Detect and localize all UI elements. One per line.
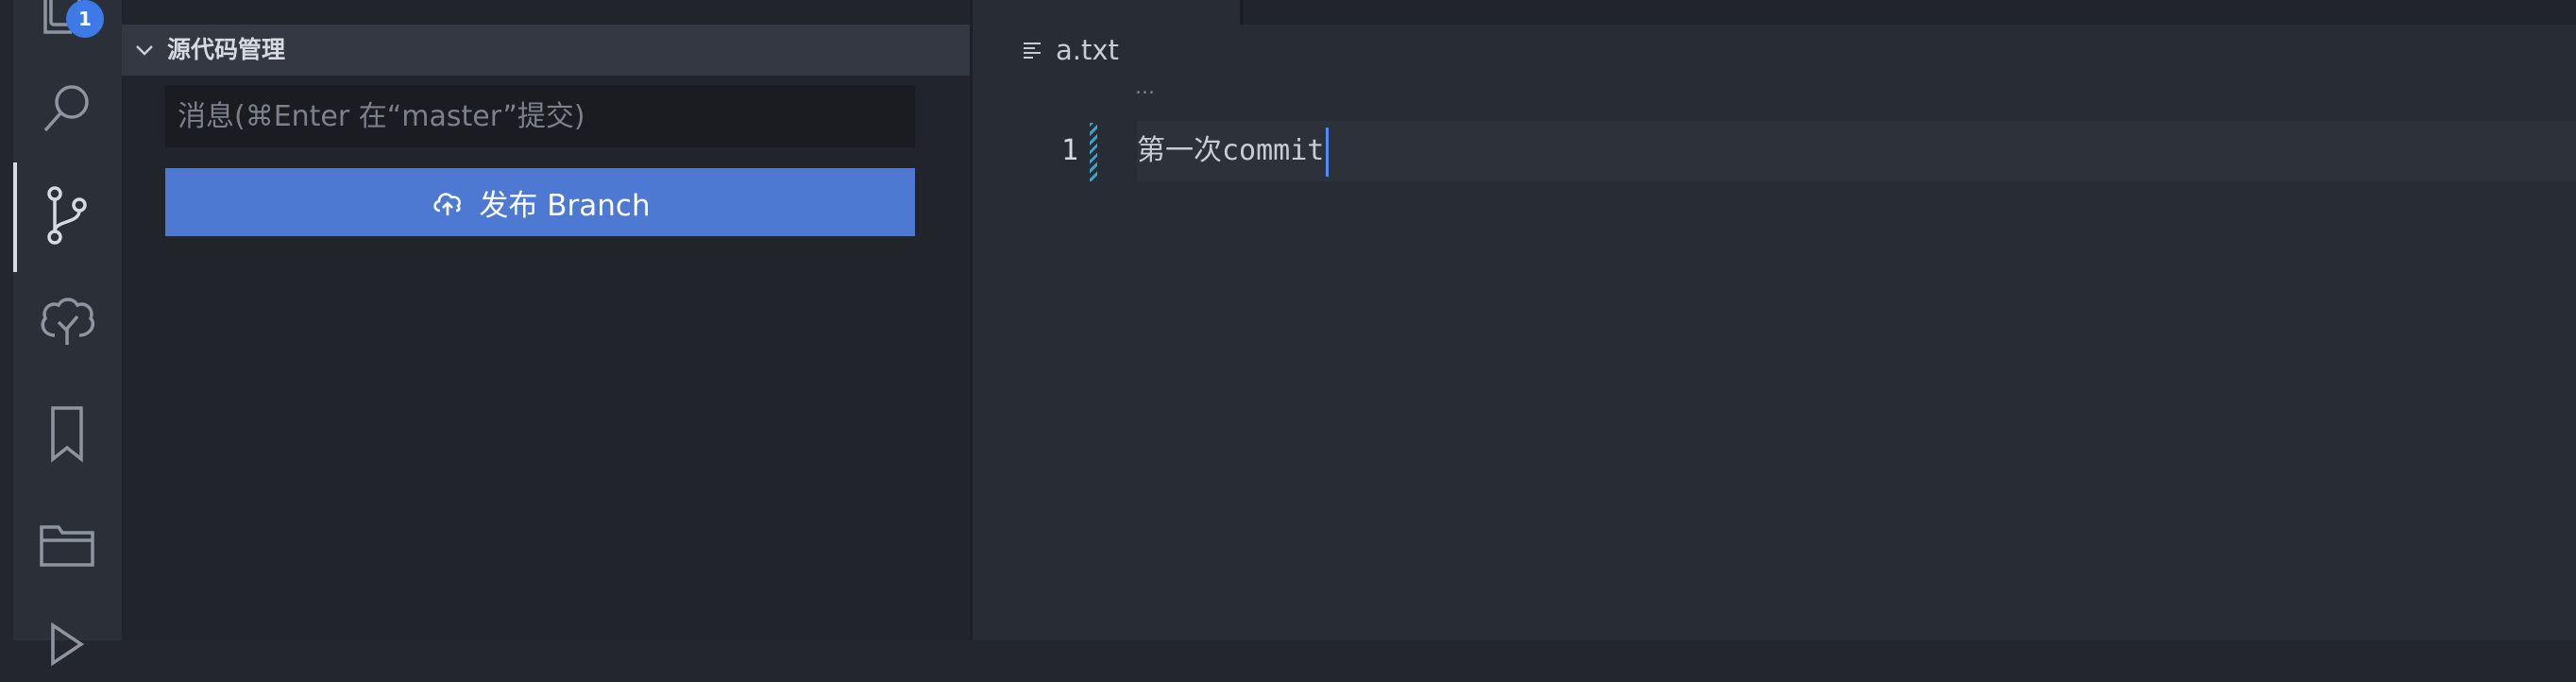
chevron-down-icon (133, 39, 156, 61)
commit-message-input[interactable] (165, 85, 915, 147)
cloud-upload-icon (430, 184, 466, 220)
active-view-indicator (13, 162, 17, 272)
bookmark-icon[interactable] (32, 399, 102, 469)
source-control-icon[interactable] (32, 182, 102, 252)
source-control-panel: 源代码管理 发布 Branch (122, 0, 970, 640)
run-icon[interactable] (32, 612, 102, 682)
editor-area: a.txt ... 1 第一次commit (973, 0, 2576, 640)
code-line[interactable]: 第一次commit (1137, 121, 1330, 181)
editor-tab[interactable] (973, 0, 1240, 25)
line-number: 1 (1060, 134, 1078, 167)
publish-branch-label: 发布 Branch (479, 188, 651, 223)
code-line-text: 第一次commit (1137, 134, 1325, 167)
tab-separator (1240, 0, 1243, 25)
editor-tab-strip (973, 0, 2576, 25)
text-cursor (1326, 127, 1330, 177)
publish-branch-button[interactable]: 发布 Branch (165, 168, 915, 236)
breadcrumb-file-name: a.txt (1056, 34, 1119, 66)
scm-section-header[interactable]: 源代码管理 (122, 25, 970, 76)
tree-icon[interactable] (32, 290, 102, 360)
folded-region-indicator[interactable]: ... (1135, 77, 1155, 98)
activity-bar-edge (0, 0, 13, 640)
text-file-icon (1022, 40, 1042, 60)
scm-section-title: 源代码管理 (167, 36, 286, 63)
explorer-badge: 1 (66, 0, 104, 38)
folder-icon[interactable] (32, 508, 102, 578)
search-icon[interactable] (32, 74, 102, 144)
breadcrumb[interactable]: a.txt (1022, 28, 1119, 72)
activity-bar: 1 (0, 0, 122, 667)
diff-added-marker[interactable] (1090, 123, 1097, 181)
current-line-highlight (1137, 121, 2576, 181)
